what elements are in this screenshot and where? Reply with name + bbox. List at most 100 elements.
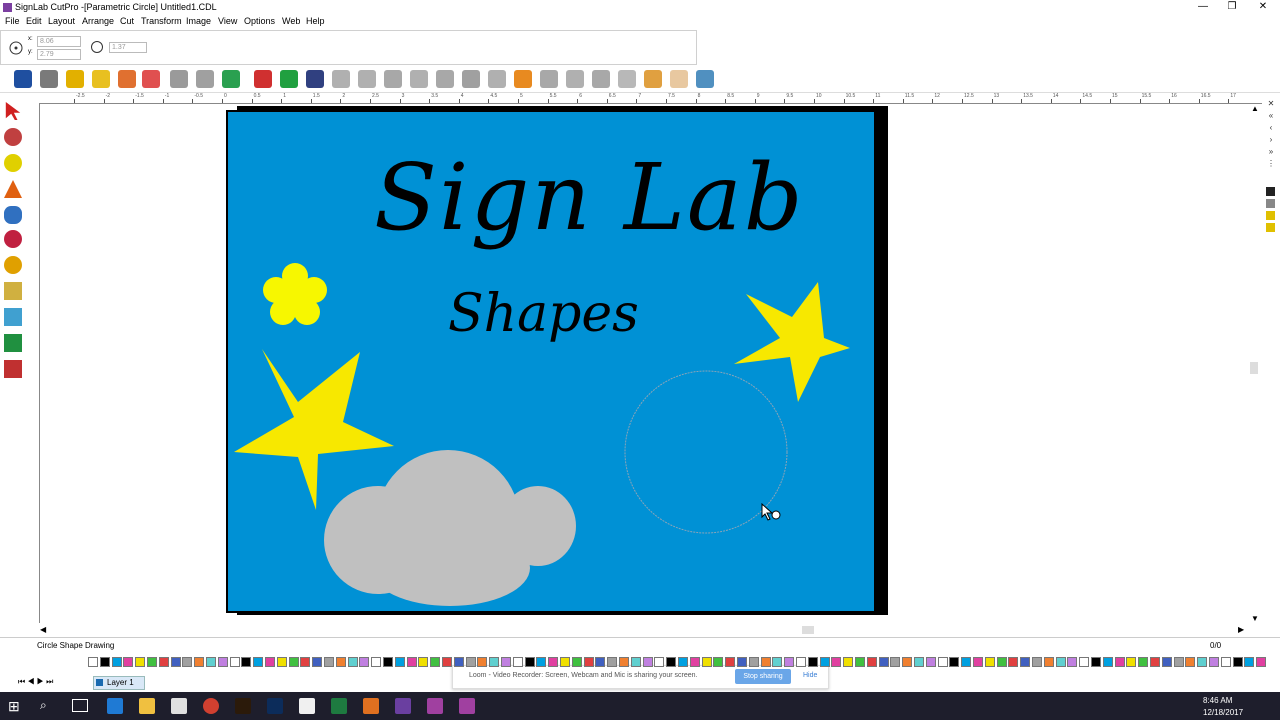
scroll-right-icon[interactable]: ▶ (1238, 625, 1244, 634)
open-icon[interactable] (40, 70, 58, 88)
app-icon-purple[interactable] (427, 698, 443, 714)
scroll-next-icon[interactable]: › (1266, 135, 1276, 145)
palette-swatch[interactable] (737, 657, 747, 667)
palette-swatch[interactable] (725, 657, 736, 667)
palette-swatch[interactable] (890, 657, 901, 667)
undo-icon[interactable] (118, 70, 136, 88)
photoshop-icon[interactable] (267, 698, 283, 714)
redo-icon[interactable] (142, 70, 160, 88)
pen-icon[interactable] (4, 206, 22, 224)
panel-close-icon[interactable]: ✕ (1266, 99, 1276, 109)
menu-file[interactable]: File (5, 16, 20, 26)
palette-swatch[interactable] (406, 657, 417, 667)
chrome-icon[interactable] (203, 698, 219, 714)
tool-1-icon[interactable] (332, 70, 350, 88)
menu-help[interactable]: Help (306, 16, 325, 26)
palette-swatch[interactable] (536, 657, 547, 667)
palette-swatch[interactable] (170, 657, 181, 667)
palette-swatch[interactable] (760, 657, 771, 667)
palette-swatch[interactable] (182, 657, 193, 667)
palette-swatch[interactable] (925, 657, 936, 667)
palette-swatch[interactable] (147, 657, 157, 667)
palette-swatch[interactable] (973, 657, 983, 667)
palette-swatch[interactable] (1197, 657, 1208, 667)
palette-swatch[interactable] (1102, 657, 1113, 667)
palette-swatch[interactable] (796, 657, 806, 667)
palette-swatch[interactable] (772, 657, 783, 667)
illustrator-icon[interactable] (235, 698, 251, 714)
palette-swatch[interactable] (654, 657, 665, 667)
help-icon[interactable] (696, 70, 714, 88)
palette-swatch[interactable] (630, 657, 641, 667)
palette-swatch[interactable] (666, 657, 677, 667)
scroll-left-icon[interactable]: ◀ (40, 625, 46, 634)
clock-time[interactable]: 8:46 AM (1203, 696, 1232, 705)
palette-swatch[interactable] (501, 657, 511, 667)
search-icon[interactable]: ⌕ (40, 698, 47, 713)
menu-arrange[interactable]: Arrange (82, 16, 114, 26)
scissors-icon[interactable] (4, 128, 22, 146)
scroll-prev-icon[interactable]: ‹ (1266, 123, 1276, 133)
palette-swatch[interactable] (1043, 657, 1054, 667)
menu-transform[interactable]: Transform (141, 16, 182, 26)
palette-swatch[interactable] (819, 657, 830, 667)
tool-11-icon[interactable] (592, 70, 610, 88)
app-icon-purple-2[interactable] (459, 698, 475, 714)
horizontal-scrollbar[interactable]: ◀ ▶ (40, 624, 1248, 636)
cut-icon[interactable] (254, 70, 272, 88)
palette-swatch[interactable] (689, 657, 700, 667)
yellow-swatch-icon[interactable] (1266, 211, 1275, 220)
palette-swatch[interactable] (430, 657, 441, 667)
palette-swatch[interactable] (866, 657, 877, 667)
weld-icon[interactable] (170, 70, 188, 88)
hide-button[interactable]: Hide (803, 672, 817, 679)
group-icon[interactable] (196, 70, 214, 88)
palette-swatch[interactable] (1173, 657, 1184, 667)
mail-icon[interactable] (299, 698, 315, 714)
palette-swatch[interactable] (949, 657, 960, 667)
palette-swatch[interactable] (111, 657, 122, 667)
palette-swatch[interactable] (512, 657, 523, 667)
palette-swatch[interactable] (1126, 657, 1137, 667)
palette-swatch[interactable] (300, 657, 311, 667)
palette-swatch[interactable] (701, 657, 712, 667)
palette-swatch[interactable] (99, 657, 110, 667)
scroll-last-icon[interactable]: » (1266, 147, 1276, 157)
tool-10-icon[interactable] (566, 70, 584, 88)
new-document-icon[interactable] (14, 70, 32, 88)
view-icon[interactable] (306, 70, 324, 88)
palette-swatch[interactable] (265, 657, 275, 667)
palette-swatch[interactable] (88, 657, 98, 667)
knife-icon[interactable] (4, 334, 22, 352)
palette-swatch[interactable] (713, 657, 724, 667)
palette-swatch[interactable] (984, 657, 995, 667)
palette-swatch[interactable] (477, 657, 488, 667)
tool-4-icon[interactable] (410, 70, 428, 88)
palette-swatch[interactable] (807, 657, 818, 667)
sign-blank[interactable]: Sign Lab Shapes (226, 110, 876, 613)
tool-7-icon[interactable] (488, 70, 506, 88)
palette-swatch[interactable] (312, 657, 323, 667)
text-icon[interactable] (4, 180, 22, 198)
flower-shape[interactable] (263, 263, 327, 325)
palette-swatch[interactable] (784, 657, 795, 667)
menu-view[interactable]: View (218, 16, 237, 26)
select-arrow-icon[interactable] (5, 102, 21, 120)
palette-swatch[interactable] (394, 657, 405, 667)
start-icon[interactable]: ⊞ (8, 698, 20, 715)
palette-swatch[interactable] (1055, 657, 1066, 667)
preview-icon[interactable] (222, 70, 240, 88)
signlab-taskbar-icon[interactable] (395, 698, 411, 714)
large-star-shape[interactable] (234, 349, 394, 510)
tool-2-icon[interactable] (358, 70, 376, 88)
palette-swatch[interactable] (855, 657, 865, 667)
palette-swatch[interactable] (1032, 657, 1042, 667)
menu-layout[interactable]: Layout (48, 16, 75, 26)
send-icon[interactable] (280, 70, 298, 88)
palette-swatch[interactable] (1008, 657, 1019, 667)
palette-swatch[interactable] (194, 657, 205, 667)
palette-swatch[interactable] (123, 657, 134, 667)
palette-swatch[interactable] (642, 657, 653, 667)
palette-swatch[interactable] (371, 657, 382, 667)
palette-swatch[interactable] (1209, 657, 1219, 667)
